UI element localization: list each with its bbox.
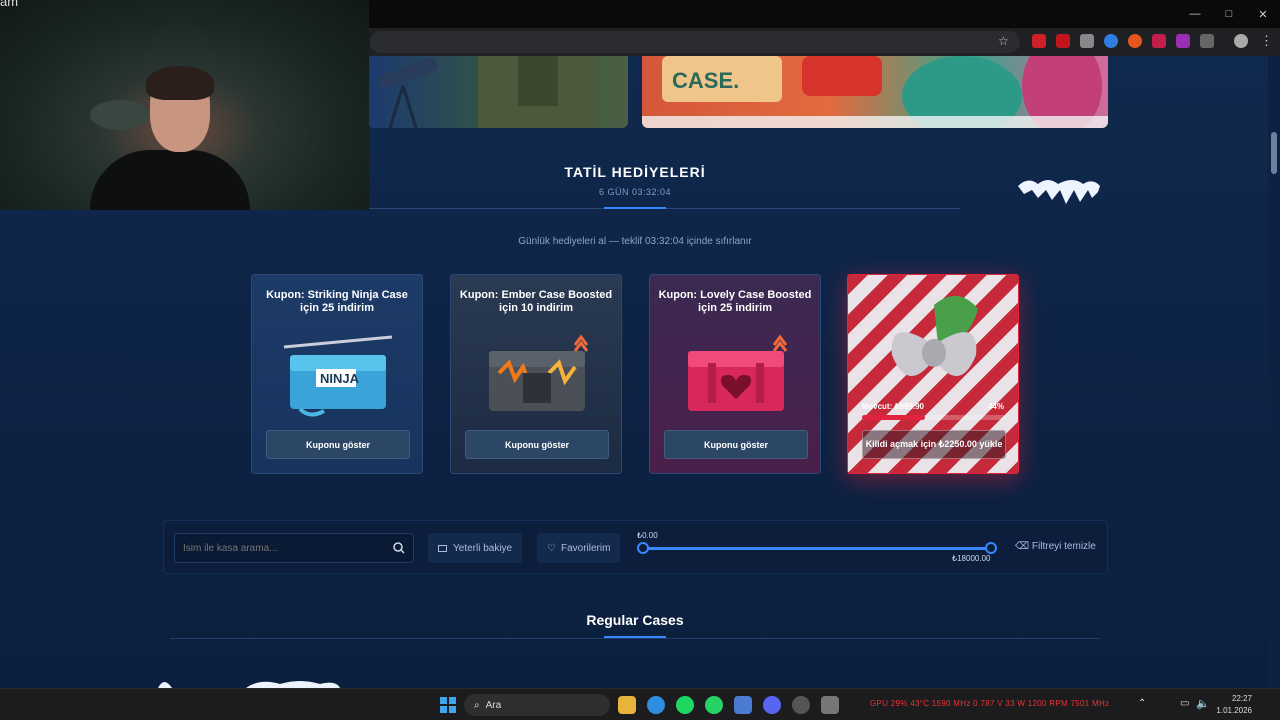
search-input[interactable]	[183, 534, 383, 562]
webcam-overlay: am	[0, 0, 369, 210]
menu-kebab-icon[interactable]: ⋮	[1260, 33, 1273, 49]
person-shirt	[90, 150, 250, 210]
sufficient-balance-toggle[interactable]: Yeterli bakiye	[428, 533, 523, 563]
telescope-soldier-illustration	[378, 56, 598, 128]
daily-gifts-subtitle: Günlük hediyeleri al — teklif 03:32:04 i…	[518, 236, 752, 247]
filter-bar: Yeterli bakiye ♡ Favorilerim ₺0.00 ₺1800…	[163, 520, 1108, 574]
progress-fill	[862, 415, 926, 420]
search-icon: ⌕	[474, 699, 480, 711]
gift-bow-image	[891, 295, 978, 377]
price-max-label: ₺18000.00	[952, 554, 991, 563]
snow-decoration-icon	[1018, 180, 1100, 204]
app-icon[interactable]	[734, 696, 752, 714]
snow-decoration-icon	[158, 681, 340, 688]
address-bar[interactable]	[370, 31, 1020, 53]
profile-avatar[interactable]	[1234, 34, 1248, 48]
unlock-progress-bar	[862, 415, 1006, 420]
extensions-puzzle-icon[interactable]	[1200, 34, 1214, 48]
price-range-slider[interactable]	[643, 547, 991, 550]
minimize-button[interactable]: —	[1178, 0, 1212, 28]
person-hair	[146, 66, 214, 100]
system-clock[interactable]: 22:27 1.01.2026	[1216, 693, 1252, 717]
favorites-label: Favorilerim	[560, 542, 611, 554]
extension-icon[interactable]	[1056, 34, 1070, 48]
show-coupon-button[interactable]: Kuponu göster	[266, 430, 410, 459]
svg-text:CASE.: CASE.	[672, 68, 739, 93]
maximize-button[interactable]: □	[1212, 0, 1246, 28]
drum-cymbal	[90, 100, 150, 130]
search-icon[interactable]	[393, 542, 405, 554]
taskbar-search-label: Ara	[485, 699, 502, 711]
clock-date: 1.01.2026	[1216, 706, 1252, 715]
spotify-icon[interactable]	[676, 696, 694, 714]
extension-icon[interactable]	[1128, 34, 1142, 48]
price-min-handle[interactable]	[637, 542, 649, 554]
tray-chevron-icon[interactable]: ⌃	[1138, 698, 1146, 709]
coupon-card-ninja[interactable]: Kupon: Striking Ninja Case için 25 indir…	[251, 274, 423, 474]
coupon-title: Kupon: Lovely Case Boosted için 25 indir…	[658, 289, 812, 314]
progress-percent: 44%	[987, 402, 1004, 411]
network-icon[interactable]: ▭	[1180, 698, 1189, 709]
divider	[170, 638, 1100, 639]
wallet-icon	[438, 544, 447, 552]
windows-taskbar: ⌕ Ara GPU 29% 43°C 1590 MHz 0.787 V 33 W …	[0, 688, 1280, 720]
app-icon[interactable]	[821, 696, 839, 714]
clear-filter-button[interactable]: ⌫ Filtreyi temizle	[1015, 541, 1096, 552]
scrollbar-thumb[interactable]	[1271, 132, 1277, 174]
ninja-case-image: NINJA	[283, 335, 393, 417]
bookmark-star-icon[interactable]: ☆	[998, 34, 1009, 48]
extension-icon[interactable]	[1080, 34, 1094, 48]
discord-icon[interactable]	[763, 696, 781, 714]
chrome-icon[interactable]	[647, 696, 665, 714]
page-scrollbar[interactable]	[1268, 56, 1280, 688]
hardware-monitor-stats: GPU 29% 43°C 1590 MHz 0.787 V 33 W 1200 …	[870, 699, 1110, 708]
available-balance: Mevcut: ₺999.90	[862, 402, 925, 411]
obs-icon[interactable]	[792, 696, 810, 714]
winter-case-banner[interactable]: CASE.	[642, 56, 1108, 128]
title-underline	[604, 207, 666, 209]
ember-case-image	[489, 334, 589, 411]
lovely-case-image	[688, 334, 788, 411]
eraser-icon: ⌫	[1015, 541, 1032, 552]
locked-gift-card[interactable]: Mevcut: ₺999.90 44% Kilidi açmak için ₺2…	[847, 274, 1019, 474]
favorites-toggle[interactable]: ♡ Favorilerim	[537, 533, 621, 563]
banner-image[interactable]	[368, 56, 628, 128]
windows-start-icon[interactable]	[440, 697, 456, 713]
winter-case-illustration: CASE.	[642, 56, 1108, 128]
coupon-card-lovely[interactable]: Kupon: Lovely Case Boosted için 25 indir…	[649, 274, 821, 474]
coupon-card-ember[interactable]: Kupon: Ember Case Boosted için 10 indiri…	[450, 274, 622, 474]
regular-cases-title: Regular Cases	[586, 612, 684, 628]
whatsapp-icon[interactable]	[705, 696, 723, 714]
close-button[interactable]: ✕	[1246, 0, 1280, 28]
case-search-field[interactable]	[174, 533, 414, 563]
extension-icon[interactable]	[1032, 34, 1046, 48]
title-underline	[604, 636, 666, 638]
heart-icon: ♡	[547, 542, 556, 554]
extension-icon[interactable]	[1152, 34, 1166, 48]
extension-icon[interactable]	[1104, 34, 1118, 48]
unlock-deposit-button[interactable]: Kilidi açmak için ₺2250.00 yükle	[862, 430, 1006, 459]
show-coupon-button[interactable]: Kuponu göster	[465, 430, 609, 459]
extension-icon[interactable]	[1176, 34, 1190, 48]
webcam-caption: am	[0, 0, 19, 9]
price-max-handle[interactable]	[985, 542, 997, 554]
price-min-label: ₺0.00	[637, 531, 658, 540]
coupon-title: Kupon: Striking Ninja Case için 25 indir…	[266, 289, 408, 314]
show-coupon-button[interactable]: Kuponu göster	[664, 430, 808, 459]
volume-icon[interactable]: 🔈	[1196, 697, 1210, 710]
file-explorer-icon[interactable]	[618, 696, 636, 714]
coupon-title: Kupon: Ember Case Boosted için 10 indiri…	[459, 289, 613, 314]
svg-text:NINJA: NINJA	[320, 371, 360, 386]
taskbar-search[interactable]: ⌕ Ara	[464, 694, 610, 716]
clear-filter-label: Filtreyi temizle	[1031, 541, 1096, 552]
clock-time: 22:27	[1231, 694, 1252, 703]
sufficient-balance-label: Yeterli bakiye	[453, 542, 513, 554]
